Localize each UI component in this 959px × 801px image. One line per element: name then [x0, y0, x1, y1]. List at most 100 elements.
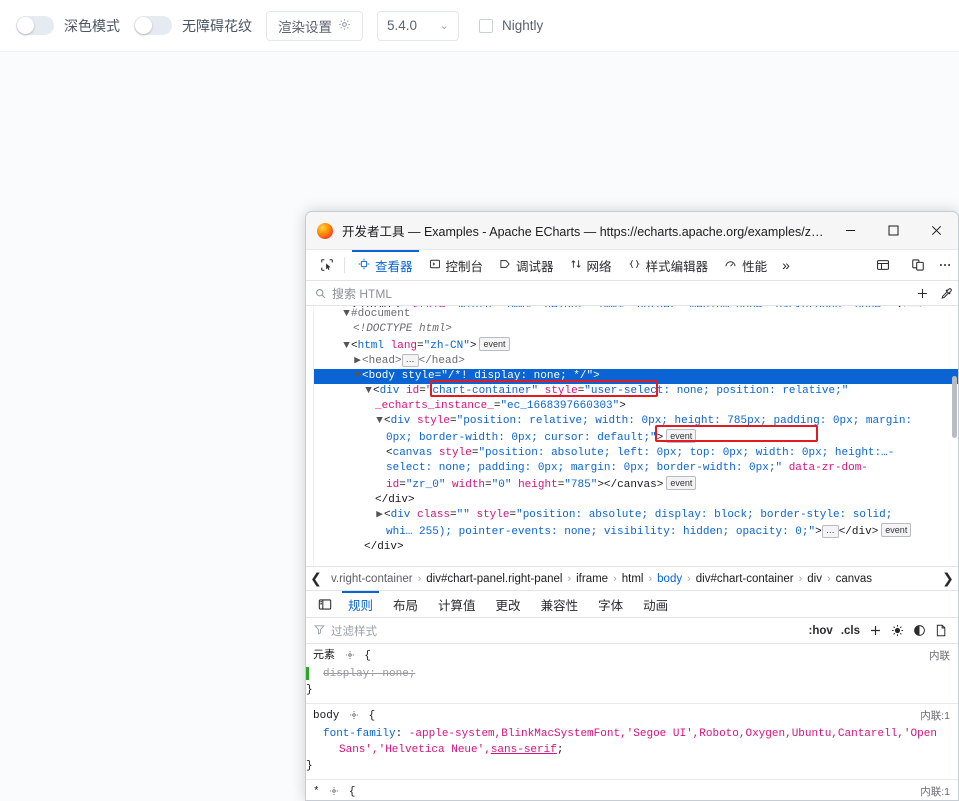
collapsed-content-badge[interactable]: …	[821, 525, 839, 538]
tab-performance[interactable]: 性能	[716, 250, 775, 280]
tab-console[interactable]: 控制台	[421, 250, 492, 280]
nightly-checkbox[interactable]	[479, 18, 493, 33]
css-rules-list[interactable]: 内联 元素 {display: none;} 内联:1 body {font-fami…	[306, 644, 958, 800]
breadcrumb-item[interactable]: v.right-container	[326, 573, 418, 585]
dark-scheme-button[interactable]	[908, 618, 930, 644]
css-declaration[interactable]: display: none;	[306, 666, 958, 682]
rules-tab-computed[interactable]: 计算值	[428, 591, 486, 617]
rules-tab-rules[interactable]: 规则	[338, 591, 383, 617]
print-media-button[interactable]	[930, 618, 952, 644]
dark-mode-toggle[interactable]	[16, 16, 54, 35]
render-settings-button[interactable]: 渲染设置	[266, 10, 363, 41]
more-options-icon[interactable]	[931, 250, 958, 281]
markup-row[interactable]: ▼<body style="/*! display: none; */">	[314, 369, 958, 384]
markup-row[interactable]: ▼<div style="position: relative; width: …	[314, 414, 958, 429]
breadcrumb-scroll-left[interactable]: ❮	[306, 570, 326, 587]
search-input[interactable]: 搜索 HTML	[332, 285, 910, 302]
markup-row[interactable]: whi… 255); pointer-events: none; visibil…	[314, 523, 958, 540]
tab-network-label: 网络	[586, 259, 612, 274]
tab-debugger[interactable]: 调试器	[491, 250, 562, 280]
rules-tab-compatibility[interactable]: 兼容性	[531, 591, 589, 617]
tab-network[interactable]: 网络	[562, 250, 620, 280]
tree-twisty-icon[interactable]: ▼	[375, 414, 384, 429]
rule-selector[interactable]: * {	[306, 784, 958, 800]
tab-debugger-label: 调试器	[516, 259, 554, 274]
rule-source[interactable]: 内联	[929, 648, 950, 664]
tree-twisty-icon[interactable]: ▼	[342, 339, 351, 354]
rule-selector[interactable]: body {	[306, 708, 958, 726]
event-badge[interactable]: event	[479, 337, 510, 351]
inspector-icon	[358, 258, 370, 273]
css-declaration[interactable]: font-family: -apple-system,BlinkMacSyste…	[306, 726, 958, 758]
dock-layout-icon[interactable]	[869, 250, 896, 281]
tabs-overflow-button[interactable]: »	[775, 250, 797, 280]
breadcrumb-item[interactable]: div#chart-container	[691, 573, 799, 585]
rule-gear-icon[interactable]	[349, 710, 359, 726]
markup-row[interactable]: </div>	[314, 540, 958, 555]
markup-row[interactable]: id="zr_0" width="0" height="785"></canva…	[314, 476, 958, 493]
light-scheme-button[interactable]	[886, 618, 908, 644]
markup-row[interactable]: ▼<div id="chart-container" style="user-s…	[314, 384, 958, 399]
add-rule-button[interactable]	[864, 618, 886, 644]
breadcrumb-item[interactable]: canvas	[831, 573, 877, 585]
markup-row[interactable]: <!DOCTYPE html>	[314, 322, 958, 337]
event-badge[interactable]: event	[666, 429, 697, 443]
rules-tab-fonts[interactable]: 字体	[588, 591, 633, 617]
nightly-checkbox-group[interactable]: Nightly	[479, 18, 543, 33]
responsive-design-mode-icon[interactable]	[904, 250, 931, 281]
rule-source[interactable]: 内联:1	[920, 708, 950, 724]
markup-row[interactable]: <canvas style="position: absolute; left:…	[314, 446, 958, 461]
markup-row[interactable]: ▼<html lang="zh-CN"> event	[314, 337, 958, 354]
event-badge[interactable]: event	[666, 476, 697, 490]
event-badge[interactable]: event	[881, 523, 912, 537]
tree-twisty-icon[interactable]: ▼	[353, 369, 362, 384]
breadcrumb-item[interactable]: body	[652, 573, 687, 585]
tree-twisty-icon[interactable]: ▼	[342, 307, 351, 322]
accessible-pattern-toggle[interactable]	[134, 16, 172, 35]
breadcrumb-item[interactable]: iframe	[571, 573, 613, 585]
css-rule[interactable]: 内联 元素 {display: none;}	[306, 644, 958, 704]
markup-row[interactable]: ▶<head>… </head>	[314, 354, 958, 369]
close-button[interactable]	[915, 212, 958, 250]
eyedropper-icon[interactable]	[934, 281, 958, 306]
html-search-bar[interactable]: 搜索 HTML	[306, 281, 958, 306]
rules-tab-animations[interactable]: 动画	[633, 591, 678, 617]
devtools-window: 开发者工具 — Examples - Apache ECharts — http…	[305, 211, 959, 801]
markup-row[interactable]: select: none; padding: 0px; margin: 0px;…	[314, 461, 958, 476]
version-select[interactable]: 5.4.0 ⌄	[377, 10, 459, 41]
rules-tab-changes[interactable]: 更改	[486, 591, 531, 617]
markup-scrollbar-thumb[interactable]	[952, 376, 957, 438]
css-rule[interactable]: 内联:1 body {font-family: -apple-system,Bli…	[306, 704, 958, 780]
element-picker-icon[interactable]	[312, 250, 342, 280]
add-node-icon[interactable]	[910, 281, 934, 306]
rule-source[interactable]: 内联:1	[920, 784, 950, 800]
pseudo-class-button[interactable]: :hov	[805, 618, 837, 644]
collapsed-content-badge[interactable]: …	[401, 354, 419, 367]
css-rule[interactable]: 内联:1* {margin: ▶ 0;padding: ▶ 0;}	[306, 780, 958, 800]
three-pane-toggle-icon[interactable]	[312, 591, 338, 617]
rules-tab-layout[interactable]: 布局	[383, 591, 428, 617]
markup-row[interactable]: ▶<div class="" style="position: absolute…	[314, 508, 958, 523]
maximize-button[interactable]	[872, 212, 915, 250]
filter-input[interactable]: 过滤样式	[331, 623, 377, 639]
markup-row[interactable]: </div>	[314, 493, 958, 508]
breadcrumb-item[interactable]: div#chart-panel.right-panel	[421, 573, 567, 585]
class-panel-button[interactable]: .cls	[837, 618, 864, 644]
rule-gear-icon[interactable]	[329, 786, 339, 800]
search-icon	[315, 288, 326, 299]
rule-selector[interactable]: 元素 {	[306, 648, 958, 666]
minimize-button[interactable]	[829, 212, 872, 250]
tab-inspector[interactable]: 查看器	[350, 250, 421, 280]
tree-twisty-icon[interactable]: ▼	[364, 384, 373, 399]
rule-gear-icon[interactable]	[345, 650, 355, 666]
tree-twisty-icon[interactable]: ▶	[375, 508, 384, 523]
markup-row[interactable]: 0px; border-width: 0px; cursor: default;…	[314, 429, 958, 446]
breadcrumb-scroll-right[interactable]: ❯	[938, 570, 958, 587]
tab-style-editor[interactable]: 样式编辑器	[620, 250, 717, 280]
tree-twisty-icon[interactable]: ▶	[353, 354, 362, 369]
breadcrumb-item[interactable]: div	[802, 573, 827, 585]
markup-row[interactable]: ▼#document	[314, 307, 958, 322]
html-tree[interactable]: </html> style="width: 100%; height: 100%…	[314, 306, 958, 566]
markup-row[interactable]: _echarts_instance_="ec_1668397660303">	[314, 399, 958, 414]
breadcrumb-item[interactable]: html	[617, 573, 649, 585]
